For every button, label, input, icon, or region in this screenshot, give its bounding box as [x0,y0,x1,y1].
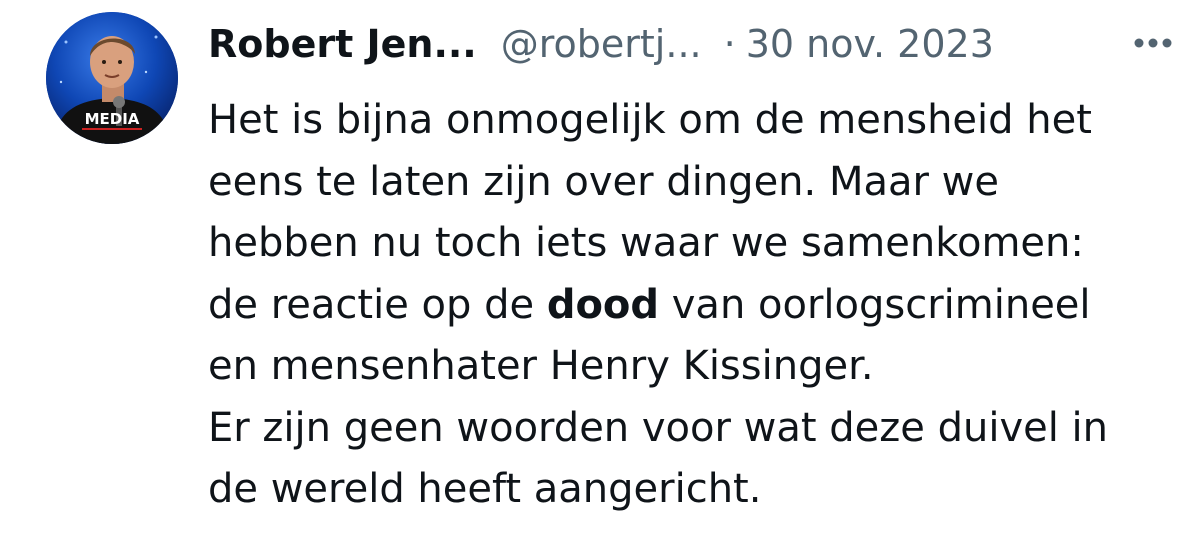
tweet-text-bold: dood [546,281,660,328]
more-horizontal-icon [1134,38,1172,48]
avatar[interactable]: MEDIA [46,12,178,144]
tweet-text-line: hebben nu toch iets waar we samenkomen: [208,220,1084,266]
tweet-date[interactable]: 30 nov. 2023 [746,14,994,74]
tweet-text-segment: van oorlogscrimineel [659,281,1091,328]
more-options-button[interactable] [1128,20,1178,66]
author-handle[interactable]: @robertj... [501,14,702,74]
tweet-header: Robert Jen... @robertj... · 30 nov. 2023 [208,14,1188,74]
tweet-text-segment: de reactie op de [208,281,547,328]
avatar-photo: MEDIA [46,12,178,144]
tweet-text-line: Het is bijna onmogelijk om de mensheid h… [208,97,1092,143]
author-name[interactable]: Robert Jen... [208,14,477,74]
tweet-text: Het is bijna onmogelijk om de mensheid h… [208,90,1193,521]
tweet-text-line: eens te laten zijn over dingen. Maar we [208,158,999,205]
tweet-text-line: Er zijn geen woorden voor wat deze duive… [208,404,1109,451]
tweet-text-line: de wereld heeft aangericht. [208,466,762,512]
tweet[interactable]: MEDIA Robert Jen... @robertj... · 30 nov… [0,0,1200,547]
tweet-text-line: de reactie op de dood van oorlogscrimine… [208,275,1193,337]
separator-dot: · [723,22,736,66]
tweet-text-line: en mensenhater Henry Kissinger. [208,343,874,389]
avatar-shirt-text: MEDIA [85,110,140,128]
